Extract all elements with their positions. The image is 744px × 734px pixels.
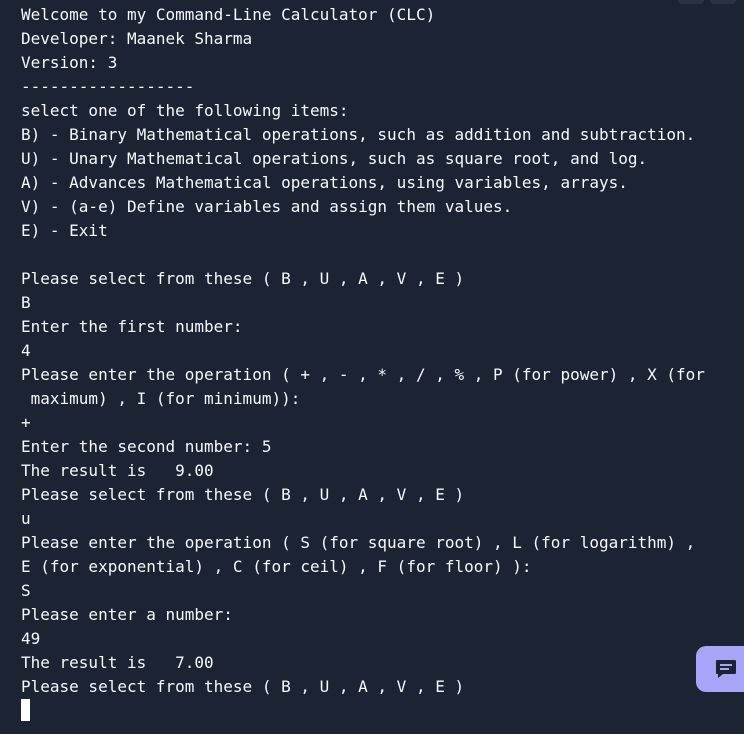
window-control-button[interactable] [710, 0, 736, 4]
terminal-line: Please select from these ( B , U , A , V… [21, 269, 465, 288]
chat-button[interactable] [696, 646, 744, 692]
terminal-line: 4 [21, 341, 31, 360]
terminal-line: ------------------ [21, 77, 195, 96]
terminal-line: select one of the following items: [21, 101, 349, 120]
terminal-line: B) - Binary Mathematical operations, suc… [21, 125, 696, 144]
terminal-line: Welcome to my Command-Line Calculator (C… [21, 5, 436, 24]
terminal-line: The result is 9.00 [21, 461, 214, 480]
terminal-line: Please select from these ( B , U , A , V… [21, 485, 465, 504]
terminal-line: S [21, 581, 31, 600]
terminal-line: Developer: Maanek Sharma [21, 29, 253, 48]
terminal-line: maximum) , I (for minimum)): [21, 389, 301, 408]
terminal-line: u [21, 509, 31, 528]
terminal-line: Version: 3 [21, 53, 118, 72]
terminal-line: Enter the first number: [21, 317, 243, 336]
terminal-line: A) - Advances Mathematical operations, u… [21, 173, 628, 192]
terminal-line: E) - Exit [21, 221, 108, 240]
terminal-line: U) - Unary Mathematical operations, such… [21, 149, 648, 168]
terminal-line: B [21, 293, 31, 312]
terminal-line: Please select from these ( B , U , A , V… [21, 677, 465, 696]
terminal-output[interactable]: Welcome to my Command-Line Calculator (C… [0, 0, 744, 734]
chat-bubble-icon [716, 660, 736, 678]
window-control-button[interactable] [678, 0, 704, 4]
terminal-line: V) - (a-e) Define variables and assign t… [21, 197, 513, 216]
terminal-line: Please enter a number: [21, 605, 233, 624]
terminal-line: The result is 7.00 [21, 653, 214, 672]
terminal-line: E (for exponential) , C (for ceil) , F (… [21, 557, 532, 576]
terminal-line: Please enter the operation ( + , - , * ,… [21, 365, 705, 384]
terminal-input-line[interactable] [21, 699, 744, 723]
terminal-line: + [21, 413, 31, 432]
terminal-line: 49 [21, 629, 41, 648]
terminal-line: Please enter the operation ( S (for squa… [21, 533, 696, 552]
text-cursor [21, 699, 30, 721]
terminal-line: Enter the second number: 5 [21, 437, 272, 456]
